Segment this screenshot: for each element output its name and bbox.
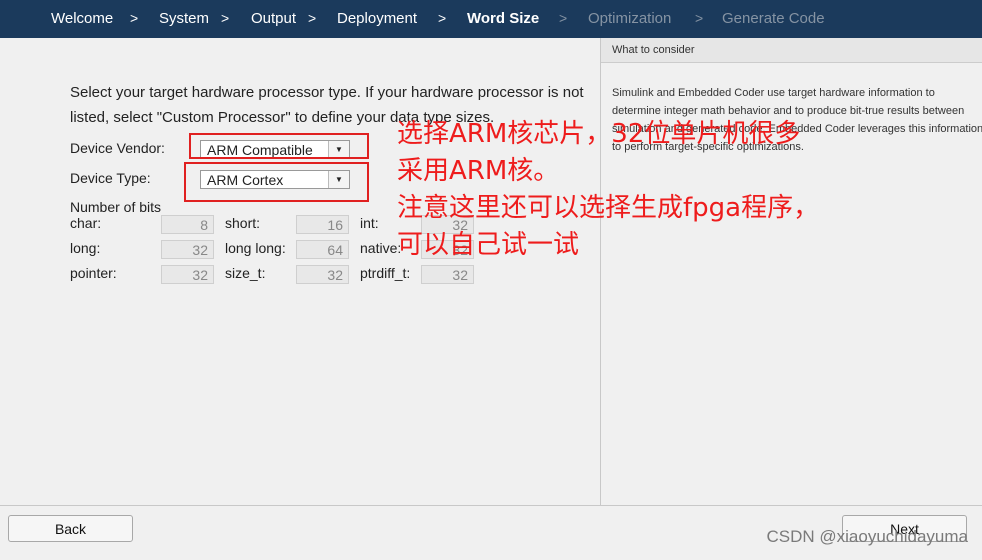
short-label: short: [225, 215, 261, 231]
ptrdiff-t-label: ptrdiff_t: [360, 265, 411, 281]
annotation-line: 选择ARM核芯片，32位单片机很多 [397, 119, 801, 149]
native-label: native: [360, 240, 402, 256]
step-separator: > [695, 10, 704, 26]
long-bits-field: 32 [161, 240, 214, 259]
size-t-label: size_t: [225, 265, 266, 281]
bits-title: Number of bits [70, 199, 162, 215]
highlight-box-type [184, 162, 369, 202]
step-welcome[interactable]: Welcome [51, 10, 113, 27]
step-deployment[interactable]: Deployment [337, 10, 417, 27]
ptrdiff-t-bits-field: 32 [421, 265, 474, 284]
pointer-label: pointer: [70, 265, 117, 281]
step-generate-code[interactable]: Generate Code [722, 10, 825, 27]
annotation-note: 选择ARM核芯片，32位单片机很多 采用ARM核。 注意这里还可以选择生成fpg… [397, 116, 819, 264]
info-panel: What to consider Simulink and Embedded C… [600, 38, 982, 505]
device-type-label: Device Type: [70, 170, 151, 186]
step-word-size[interactable]: Word Size [467, 10, 539, 27]
step-separator: > [308, 10, 317, 26]
step-separator: > [221, 10, 230, 26]
highlight-box-vendor [189, 133, 369, 159]
char-label: char: [70, 215, 102, 231]
pointer-bits-field: 32 [161, 265, 214, 284]
step-separator: > [559, 10, 568, 26]
step-optimization[interactable]: Optimization [588, 10, 671, 27]
char-bits-field: 8 [161, 215, 214, 234]
int-label: int: [360, 215, 379, 231]
short-bits-field: 16 [296, 215, 349, 234]
step-output[interactable]: Output [251, 10, 296, 27]
step-system[interactable]: System [159, 10, 209, 27]
annotation-line: 采用ARM核。 [397, 156, 560, 186]
watermark: CSDN @xiaoyuchidayuma [766, 527, 968, 546]
annotation-line: 注意这里还可以选择生成fpga程序， [397, 193, 820, 223]
long-label: long: [70, 240, 101, 256]
back-button[interactable]: Back [8, 515, 133, 542]
main-panel: Select your target hardware processor ty… [0, 38, 600, 505]
step-separator: > [130, 10, 139, 26]
size-t-bits-field: 32 [296, 265, 349, 284]
wizard-nav: Welcome > System > Output > Deployment >… [0, 0, 982, 38]
info-panel-header: What to consider [601, 38, 982, 63]
annotation-line: 可以自己试一试 [397, 230, 580, 260]
device-vendor-label: Device Vendor: [70, 140, 165, 156]
step-separator: > [438, 10, 447, 26]
long-long-bits-field: 64 [296, 240, 349, 259]
long-long-label: long long: [225, 240, 286, 256]
